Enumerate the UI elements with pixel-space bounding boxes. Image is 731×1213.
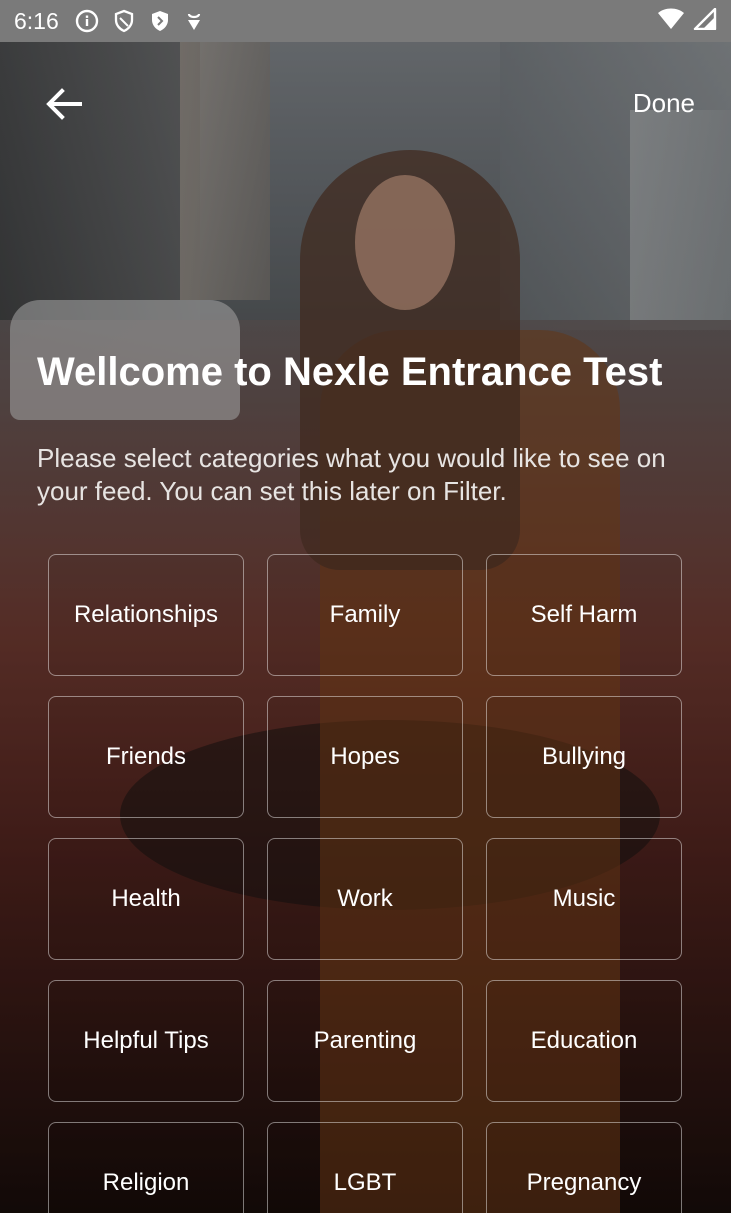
category-label: Hopes: [330, 743, 400, 770]
category-tile-health[interactable]: Health: [48, 838, 244, 960]
category-grid: Relationships Family Self Harm Friends H…: [48, 554, 682, 1213]
category-tile-pregnancy[interactable]: Pregnancy: [486, 1122, 682, 1213]
category-tile-relationships[interactable]: Relationships: [48, 554, 244, 676]
category-tile-self-harm[interactable]: Self Harm: [486, 554, 682, 676]
category-tile-education[interactable]: Education: [486, 980, 682, 1102]
category-label: Friends: [105, 743, 187, 770]
wifi-icon: [657, 8, 685, 35]
done-button[interactable]: Done: [633, 88, 695, 119]
category-label: Education: [530, 1027, 638, 1054]
page-subtitle: Please select categories what you would …: [37, 443, 666, 506]
category-tile-religion[interactable]: Religion: [48, 1122, 244, 1213]
category-tile-work[interactable]: Work: [267, 838, 463, 960]
status-bar: 6:16: [0, 0, 731, 42]
category-tile-friends[interactable]: Friends: [48, 696, 244, 818]
category-label: Bullying: [541, 743, 627, 770]
category-tile-parenting[interactable]: Parenting: [267, 980, 463, 1102]
category-tile-helpful-tips[interactable]: Helpful Tips: [48, 980, 244, 1102]
category-label: Health: [111, 885, 181, 912]
category-label: LGBT: [333, 1169, 397, 1196]
category-label: Self Harm: [530, 601, 638, 628]
category-label: Parenting: [313, 1027, 417, 1054]
usb-debug-icon: [185, 10, 203, 32]
category-label: Music: [552, 885, 616, 912]
category-label: Helpful Tips: [83, 1027, 209, 1054]
arrow-left-icon: [44, 84, 84, 129]
category-tile-music[interactable]: Music: [486, 838, 682, 960]
signal-icon: [693, 7, 717, 35]
shield-filled-icon: [149, 9, 171, 33]
category-tile-hopes[interactable]: Hopes: [267, 696, 463, 818]
page-title: Wellcome to Nexle Entrance Test: [37, 350, 663, 394]
status-time: 6:16: [14, 7, 59, 34]
category-label: Pregnancy: [526, 1169, 642, 1196]
category-tile-lgbt[interactable]: LGBT: [267, 1122, 463, 1213]
category-tile-bullying[interactable]: Bullying: [486, 696, 682, 818]
category-label: Religion: [102, 1169, 190, 1196]
info-circle-icon: [75, 9, 99, 33]
category-label: Work: [337, 885, 393, 912]
category-label: Relationships: [73, 601, 219, 628]
shield-outline-icon: [113, 9, 135, 33]
category-tile-family[interactable]: Family: [267, 554, 463, 676]
back-button[interactable]: [40, 82, 88, 130]
category-label: Family: [329, 601, 401, 628]
